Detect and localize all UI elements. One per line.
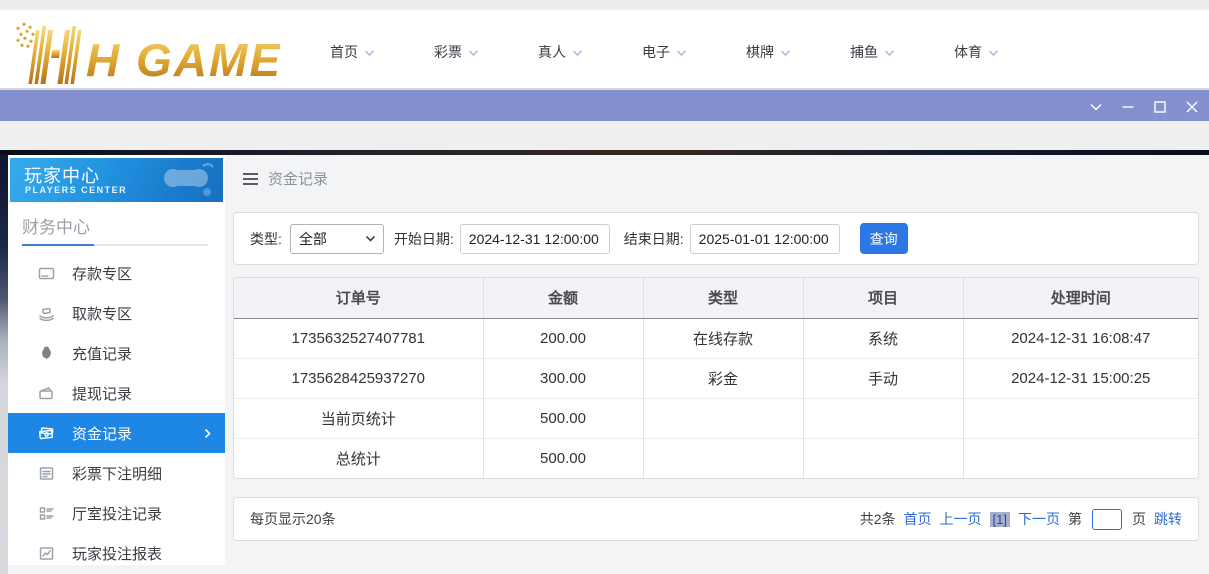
chevron-down-icon bbox=[572, 49, 583, 57]
money-bag-icon bbox=[38, 345, 55, 362]
nav-item-cards[interactable]: 棋牌 bbox=[746, 42, 850, 62]
site-header: H GAME 首页 彩票 真人 电子 棋牌 捕鱼 体育 bbox=[0, 10, 1209, 88]
jump-prefix-label: 第 bbox=[1068, 511, 1082, 527]
sidebar: 玩家中心 PLAYERS CENTER 财务中心 存款专区 取款专区 充值记录 … bbox=[8, 155, 225, 565]
deposit-card-icon bbox=[38, 265, 55, 282]
jump-page-input[interactable] bbox=[1092, 508, 1122, 530]
end-date-label: 结束日期: bbox=[623, 230, 684, 247]
end-date-input[interactable] bbox=[689, 223, 840, 254]
table-row-page-total: 当前页统计 500.00 bbox=[234, 397, 1198, 438]
col-order-id: 订单号 bbox=[234, 278, 483, 319]
wallet-icon bbox=[38, 385, 55, 402]
query-button[interactable]: 查询 bbox=[859, 223, 908, 254]
sidebar-item-recharge-record[interactable]: 充值记录 bbox=[8, 333, 225, 373]
nav-item-slots[interactable]: 电子 bbox=[642, 42, 746, 62]
gamepad-icon bbox=[157, 162, 217, 202]
start-date-input[interactable] bbox=[459, 223, 610, 254]
current-page-indicator: [1] bbox=[989, 511, 1010, 527]
jump-suffix-label: 页 bbox=[1132, 511, 1146, 527]
window-titlebar[interactable] bbox=[0, 88, 1209, 121]
first-page-link[interactable]: 首页 bbox=[904, 509, 932, 529]
chevron-down-icon bbox=[468, 49, 479, 57]
top-edge-strip bbox=[0, 0, 1209, 10]
next-page-link[interactable]: 下一页 bbox=[1018, 509, 1060, 529]
logo-text: H GAME bbox=[86, 34, 280, 86]
nav-item-lottery[interactable]: 彩票 bbox=[434, 42, 538, 62]
chevron-right-icon bbox=[204, 428, 211, 439]
chevron-down-icon bbox=[364, 49, 375, 57]
sidebar-item-withdrawal-record[interactable]: 提现记录 bbox=[8, 373, 225, 413]
sidebar-item-funds-record[interactable]: 资金记录 bbox=[8, 413, 225, 453]
window-dropdown-icon[interactable] bbox=[1088, 99, 1103, 114]
records-table-panel: 订单号 金额 类型 项目 处理时间 1735632527407781 200.0… bbox=[233, 277, 1199, 479]
table-row: 1735628425937270 300.00 彩金 手动 2024-12-31… bbox=[234, 357, 1198, 398]
col-type: 类型 bbox=[642, 278, 803, 319]
sidebar-menu: 存款专区 取款专区 充值记录 提现记录 资金记录 彩票下注明细 厅室投注记录 玩… bbox=[8, 253, 225, 565]
breadcrumb: 资金记录 bbox=[243, 168, 328, 189]
table-row-grand-total: 总统计 500.00 bbox=[234, 437, 1198, 478]
window-maximize-icon[interactable] bbox=[1152, 99, 1167, 114]
window-minimize-icon[interactable] bbox=[1120, 99, 1135, 114]
menu-toggle-icon[interactable] bbox=[243, 172, 258, 185]
total-count: 共2条 bbox=[859, 511, 896, 527]
filter-panel: 类型: 全部 开始日期: 结束日期: 查询 bbox=[233, 212, 1199, 265]
start-date-label: 开始日期: bbox=[393, 230, 454, 247]
sidebar-item-hall-bet-record[interactable]: 厅室投注记录 bbox=[8, 493, 225, 533]
table-row: 1735632527407781 200.00 在线存款 系统 2024-12-… bbox=[234, 318, 1198, 358]
background-left-edge bbox=[0, 155, 8, 574]
sidebar-item-lottery-bet-detail[interactable]: 彩票下注明细 bbox=[8, 453, 225, 493]
banknotes-icon bbox=[38, 425, 55, 442]
app-window: H GAME 首页 彩票 真人 电子 棋牌 捕鱼 体育 玩家中心 PLAYERS… bbox=[0, 0, 1209, 574]
document-lines-icon bbox=[38, 465, 55, 482]
jump-action-link[interactable]: 跳转 bbox=[1154, 509, 1182, 529]
hand-money-icon bbox=[38, 305, 55, 322]
table-header-row: 订单号 金额 类型 项目 处理时间 bbox=[234, 278, 1198, 319]
sidebar-section-title: 财务中心 bbox=[22, 218, 90, 237]
select-chevron-icon bbox=[365, 235, 375, 242]
col-project: 项目 bbox=[802, 278, 963, 319]
hh-game-logo[interactable]: H GAME bbox=[10, 16, 280, 93]
col-process-time: 处理时间 bbox=[962, 278, 1198, 319]
sidebar-section-underline bbox=[22, 244, 208, 246]
chevron-down-icon bbox=[676, 49, 687, 57]
nav-item-fishing[interactable]: 捕鱼 bbox=[850, 42, 954, 62]
page-title: 资金记录 bbox=[268, 171, 329, 188]
nav-item-sports[interactable]: 体育 bbox=[954, 42, 1058, 62]
per-page-info: 每页显示20条 bbox=[250, 511, 336, 527]
report-chart-icon bbox=[38, 545, 55, 562]
pagination-bar: 每页显示20条 共2条 首页 上一页 [1] 下一页 第 页 跳转 bbox=[233, 497, 1199, 541]
window-close-icon[interactable] bbox=[1184, 99, 1199, 114]
header-gray-band bbox=[0, 121, 1209, 150]
chevron-down-icon bbox=[884, 49, 895, 57]
type-label: 类型: bbox=[250, 230, 282, 247]
sidebar-item-deposit-zone[interactable]: 存款专区 bbox=[8, 253, 225, 293]
chevron-down-icon bbox=[780, 49, 791, 57]
nav-item-home[interactable]: 首页 bbox=[330, 42, 434, 62]
sidebar-item-withdraw-zone[interactable]: 取款专区 bbox=[8, 293, 225, 333]
sidebar-item-player-bet-report[interactable]: 玩家投注报表 bbox=[8, 533, 225, 565]
nav-item-live[interactable]: 真人 bbox=[538, 42, 642, 62]
records-table: 订单号 金额 类型 项目 处理时间 1735632527407781 200.0… bbox=[234, 278, 1198, 478]
type-select[interactable]: 全部 bbox=[289, 223, 384, 254]
chevron-down-icon bbox=[988, 49, 999, 57]
sidebar-subtitle: PLAYERS CENTER bbox=[25, 185, 128, 195]
logo-graphic: H GAME bbox=[16, 22, 280, 86]
prev-page-link[interactable]: 上一页 bbox=[940, 509, 982, 529]
col-amount: 金额 bbox=[482, 278, 643, 319]
players-center-banner: 玩家中心 PLAYERS CENTER bbox=[10, 158, 223, 202]
main-nav: 首页 彩票 真人 电子 棋牌 捕鱼 体育 bbox=[330, 42, 1058, 62]
checklist-icon bbox=[38, 505, 55, 522]
